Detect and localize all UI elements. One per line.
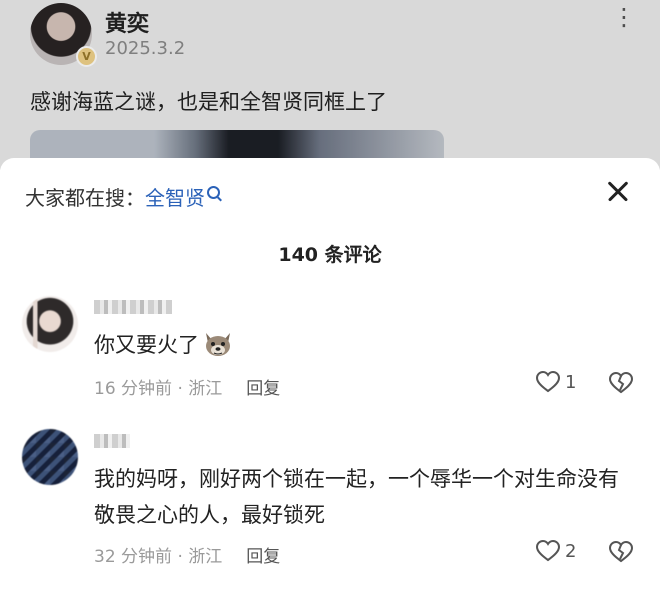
broken-heart-icon <box>608 371 634 394</box>
comment-time-location: 32 分钟前 · 浙江 <box>94 547 223 567</box>
comment-text-content: 你又要火了 <box>94 333 199 357</box>
comment-meta: 32 分钟前 · 浙江 回复 <box>94 542 280 567</box>
commenter-avatar[interactable] <box>22 429 78 485</box>
trending-search[interactable]: 大家都在搜：全智贤 <box>25 182 220 211</box>
comment-meta: 16 分钟前 · 浙江 回复 <box>94 374 280 399</box>
dislike-button[interactable] <box>608 540 634 568</box>
comment-count: 140 条评论 <box>278 244 382 266</box>
like-count: 2 <box>565 540 577 562</box>
like-button[interactable]: 2 <box>535 539 576 563</box>
search-icon <box>207 186 220 199</box>
dislike-button[interactable] <box>608 371 634 399</box>
reply-button[interactable]: 回复 <box>246 547 280 567</box>
heart-icon <box>535 539 561 562</box>
reply-button[interactable]: 回复 <box>246 379 280 399</box>
commenter-name-blurred[interactable] <box>94 434 130 448</box>
broken-heart-icon <box>608 540 634 563</box>
commenter-name-blurred[interactable] <box>94 300 172 314</box>
trending-search-label: 大家都在搜： <box>25 186 145 210</box>
wolf-face-emoji-icon <box>206 333 230 356</box>
heart-icon <box>535 370 561 393</box>
commenter-avatar[interactable] <box>22 296 78 352</box>
comments-sheet: 大家都在搜：全智贤 140 条评论 你又要火了 16 分钟前 · 浙江 回复 1… <box>0 158 660 593</box>
comment-text: 我的妈呀，刚好两个锁在一起，一个辱华一个对生命没有敬畏之心的人，最好锁死 <box>94 467 619 527</box>
trending-search-term[interactable]: 全智贤 <box>145 186 205 210</box>
close-icon[interactable] <box>603 176 633 206</box>
comment-time-location: 16 分钟前 · 浙江 <box>94 379 223 399</box>
like-button[interactable]: 1 <box>535 370 576 394</box>
dim-overlay[interactable] <box>0 0 660 170</box>
like-count: 1 <box>565 371 577 393</box>
comment-text: 你又要火了 <box>94 327 639 363</box>
